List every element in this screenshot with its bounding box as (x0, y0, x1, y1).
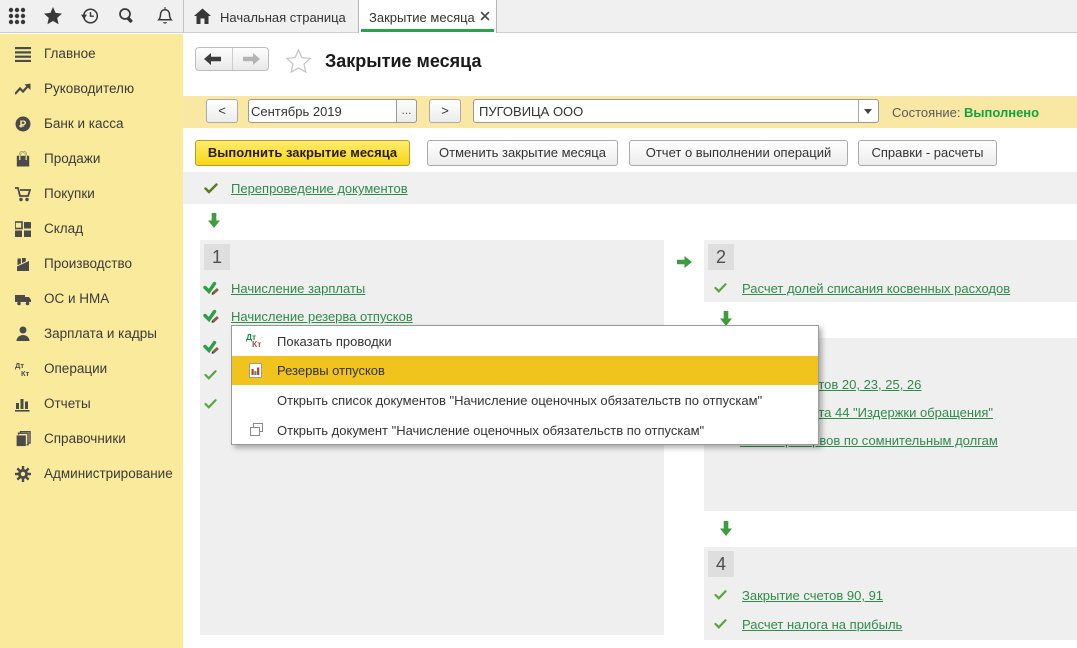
svg-text:Кт: Кт (21, 369, 30, 377)
svg-text:P: P (20, 119, 27, 130)
